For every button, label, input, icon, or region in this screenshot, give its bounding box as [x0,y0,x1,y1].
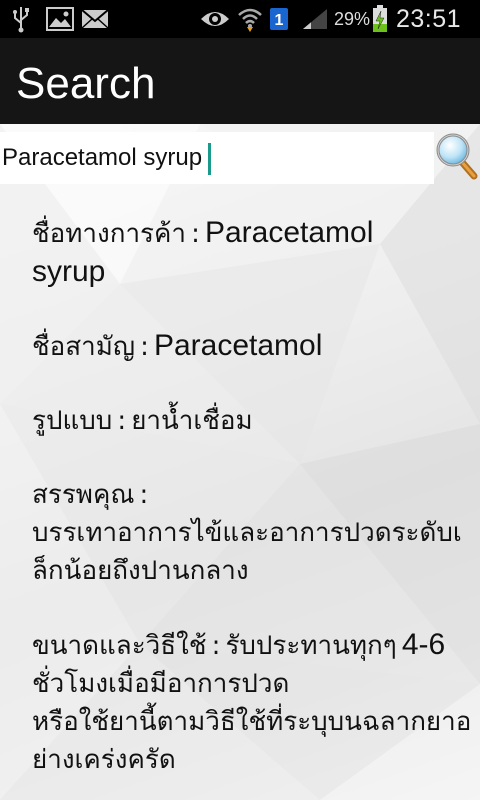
dosage-text-1: รับประทานทุกๆ [225,631,397,661]
clock: 23:51 [396,5,462,33]
search-input-value: Paracetamol syrup [2,144,203,171]
separator: : [211,631,221,661]
indication-label: สรรพคุณ [32,480,135,510]
form-value: ยาน้ำเชื่อม [131,406,253,436]
generic-name-label: ชื่อสามัญ [32,332,136,362]
wifi-icon [236,0,264,38]
generic-name-value: Paracetamol [153,329,323,362]
search-input[interactable]: Paracetamol syrup [0,132,434,184]
dosage-text-2: ชั่วโมงเมื่อมีอาการปวด [32,669,290,699]
trade-name-value: Paracetamol [204,216,374,249]
action-bar: Search [0,38,480,126]
search-icon [435,131,479,185]
dosage-text-4: ย่างเคร่งครัด [32,745,176,775]
generic-name-row: ชื่อสามัญ : Paracetamol [32,327,472,366]
content-area: Paracetamol syrup ชื่อทางการค้า : Parace… [0,124,480,800]
signal-icon [300,0,330,38]
mail-icon [80,0,110,38]
sim-icon: 1 [268,0,290,38]
sim-number: 1 [275,12,284,29]
text-cursor [208,142,212,175]
dosage-label: ขนาดและวิธีใช้ [32,631,207,661]
form-row: รูปแบบ : ยาน้ำเชื่อม [32,402,472,440]
separator: : [191,219,200,249]
separator: : [117,406,127,436]
page-title: Search [16,59,156,108]
eye-icon [198,0,232,38]
trade-name-label: ชื่อทางการค้า [32,219,186,249]
battery-icon [370,0,390,38]
status-bar: 1 29% 23:51 [0,0,480,38]
trade-name-value-cont: syrup [32,255,106,288]
indication-text-2: ล็กน้อยถึงปานกลาง [32,556,249,586]
indication-row: สรรพคุณ : บรรเทาอาการไข้และอาการปวดระดับ… [32,476,472,590]
separator: : [139,480,149,510]
usb-icon [8,0,34,38]
dosage-text-3: หรือใช้ยานี้ตามวิธีใช้ที่ระบุบนฉลากยาอ [32,707,472,737]
separator: : [140,332,149,362]
indication-text-1: บรรเทาอาการไข้และอาการปวดระดับเ [32,518,462,548]
dosage-hours: 4-6 [401,628,446,661]
search-button[interactable] [434,130,480,186]
gallery-icon [44,0,76,38]
dosage-row: ขนาดและวิธีใช้ : รับประทานทุกๆ 4-6 ชั่วโ… [32,626,472,779]
drug-info: ชื่อทางการค้า : Paracetamol syrup ชื่อสา… [32,214,472,800]
battery-percent: 29% [334,9,371,29]
trade-name-row: ชื่อทางการค้า : Paracetamol syrup [32,214,472,291]
form-label: รูปแบบ [32,406,113,436]
